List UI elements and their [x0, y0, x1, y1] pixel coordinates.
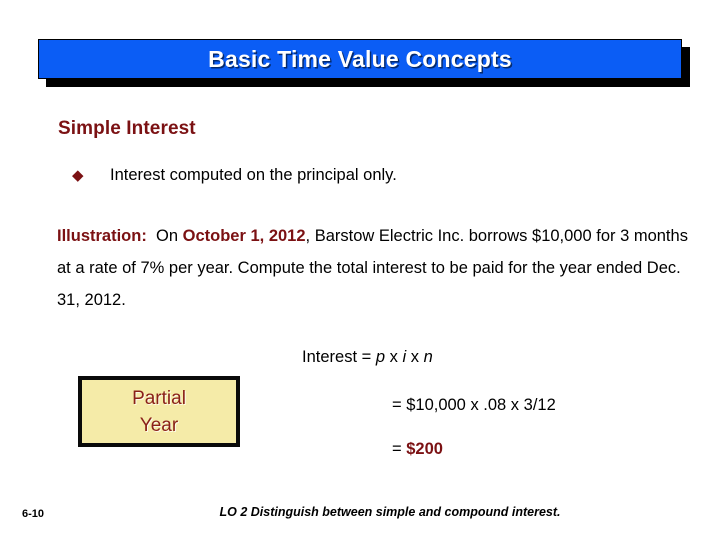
illustration-spacer [147, 227, 156, 245]
calculation-result: $200 [406, 440, 443, 458]
formula-variable-i: i [402, 348, 407, 366]
formula-label: Interest = [302, 348, 372, 366]
section-heading: Simple Interest [58, 118, 196, 139]
slide-title: Basic Time Value Concepts [208, 45, 512, 72]
bullet-list-item: ◆ Interest computed on the principal onl… [72, 166, 397, 185]
calculation-line-2: = $200 [392, 440, 443, 459]
formula-multiply-2: x [410, 348, 419, 366]
learning-objective-footer: LO 2 Distinguish between simple and comp… [219, 505, 561, 519]
partial-year-line-1: Partial [132, 387, 186, 409]
formula-variable-n: n [423, 348, 433, 366]
illustration-paragraph: Illustration: On October 1, 2012, Barsto… [57, 220, 697, 316]
illustration-date: October 1, 2012 [182, 227, 306, 245]
illustration-label: Illustration: [57, 227, 147, 245]
partial-year-line-2: Year [139, 414, 179, 436]
interest-formula: Interest = p x i x n [302, 348, 433, 367]
calculation-equals-sign: = [392, 440, 407, 458]
illustration-lead-in: On [156, 227, 179, 245]
partial-year-callout-box: Partial Year [78, 376, 240, 447]
bullet-item-label: Interest computed on the principal only. [110, 166, 397, 184]
diamond-bullet-icon: ◆ [72, 167, 84, 184]
calculation-line-1: = $10,000 x .08 x 3/12 [392, 396, 556, 414]
title-banner-container: Basic Time Value Concepts [38, 39, 690, 87]
formula-variable-p: p [375, 348, 386, 366]
formula-multiply-1: x [389, 348, 398, 366]
title-banner: Basic Time Value Concepts [38, 39, 682, 79]
